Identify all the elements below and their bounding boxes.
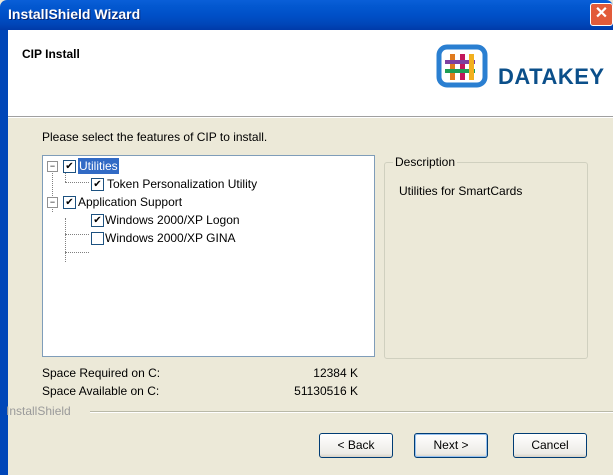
tree-connector: [65, 252, 89, 253]
header-divider: [8, 117, 613, 118]
tree-item-label: Token Personalization Utility: [107, 177, 258, 191]
utilities-checkbox[interactable]: [63, 160, 76, 173]
collapse-icon[interactable]: −: [47, 161, 58, 172]
space-required-label: Space Required on C:: [42, 366, 161, 380]
wizard-header: CIP Install DATAKEY: [8, 30, 613, 117]
cancel-button[interactable]: Cancel: [513, 433, 587, 458]
space-available-label: Space Available on C:: [42, 384, 160, 398]
windows-logon-checkbox[interactable]: [91, 214, 104, 227]
feature-tree[interactable]: − Utilities Token Personalization Utilit…: [42, 155, 375, 357]
tree-item-application-support[interactable]: − Application Support: [43, 194, 363, 210]
tree-item-windows-logon[interactable]: Windows 2000/XP Logon: [43, 212, 363, 228]
tree-item-utilities[interactable]: − Utilities: [43, 158, 363, 174]
space-required-row: Space Required on C:: [42, 366, 160, 380]
tree-item-label: Windows 2000/XP GINA: [105, 231, 236, 245]
footer-divider: [90, 411, 613, 413]
title-bar: InstallShield Wizard ✕: [0, 0, 613, 30]
tree-item-windows-gina[interactable]: Windows 2000/XP GINA: [43, 230, 363, 246]
application-support-checkbox[interactable]: [63, 196, 76, 209]
instruction-text: Please select the features of CIP to ins…: [42, 130, 268, 144]
window-title: InstallShield Wizard: [8, 6, 141, 22]
installshield-brand: InstallShield: [6, 404, 71, 418]
collapse-icon[interactable]: −: [47, 197, 58, 208]
next-button[interactable]: Next >: [414, 433, 488, 458]
close-button[interactable]: ✕: [590, 3, 613, 26]
tree-item-label: Application Support: [78, 195, 183, 209]
description-legend: Description: [393, 155, 458, 169]
close-icon: ✕: [594, 5, 609, 22]
back-button[interactable]: < Back: [319, 433, 393, 458]
tree-item-label: Windows 2000/XP Logon: [105, 213, 240, 227]
space-available-row: Space Available on C:: [42, 384, 159, 398]
windows-gina-checkbox[interactable]: [91, 232, 104, 245]
datakey-logo-icon: [436, 44, 488, 88]
tree-item-label: Utilities: [78, 158, 119, 174]
token-personalization-checkbox[interactable]: [91, 178, 104, 191]
space-available-value: 51130516 K: [294, 384, 358, 398]
description-text: Utilities for SmartCards: [399, 184, 523, 198]
page-title: CIP Install: [22, 47, 80, 61]
brand-logo-text: DATAKEY: [498, 64, 605, 89]
tree-item-token-personalization[interactable]: Token Personalization Utility: [43, 176, 363, 192]
space-required-value: 12384 K: [313, 366, 358, 380]
